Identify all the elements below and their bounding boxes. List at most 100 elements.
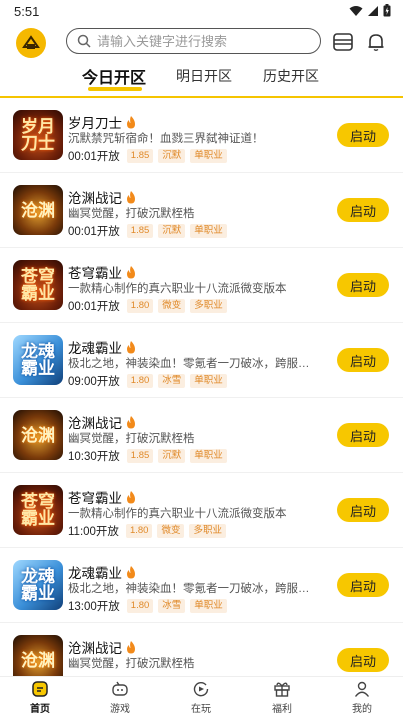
tag-class: 多职业: [189, 524, 226, 538]
game-icon-cangyuan: 沧渊: [13, 635, 63, 676]
game-icon-cangyuan: 沧渊: [13, 185, 63, 235]
game-title-text: 沧渊战记: [68, 191, 122, 206]
status-time: 5:51: [14, 4, 40, 19]
tab-tomorrow[interactable]: 明日开区: [176, 66, 232, 86]
game-meta: 09:00开放 1.80 冰雪 单职业: [68, 373, 227, 389]
game-icon-cangyuan: 沧渊: [13, 410, 63, 460]
search-input[interactable]: [97, 33, 307, 49]
tag-style: 沉默: [158, 224, 186, 238]
start-button[interactable]: 启动: [337, 273, 389, 297]
list-item[interactable]: 龙魂 霸业 龙魂霸业 极北之地，神装染血！零氪者一刀破冰，跨服战改… 09:00开…: [0, 323, 403, 398]
hot-icon: [127, 190, 135, 203]
start-button[interactable]: 启动: [337, 498, 389, 522]
tab-active-indicator: [88, 87, 142, 91]
gamepad-icon: [112, 681, 128, 696]
nav-home[interactable]: 首页: [10, 680, 70, 715]
game-title: 岁月刀士: [68, 112, 136, 132]
game-title-text: 苍穹霸业: [68, 266, 122, 281]
game-title: 苍穹霸业: [68, 487, 136, 507]
list-item[interactable]: 岁月 刀士 岁月刀士 沉默禁咒斩宿命！血戮三界弑神证道！ 00:01开放 1.85…: [0, 98, 403, 173]
list-item[interactable]: 沧渊 沧渊战记 幽冥觉醒，打破沉默桎梏 00:01开放 1.85 沉默 单职业 …: [0, 173, 403, 248]
home-icon: [32, 681, 48, 697]
list-item[interactable]: 沧渊 沧渊战记 幽冥觉醒，打破沉默桎梏 10:30开放 1.85 沉默 单职业 …: [0, 398, 403, 473]
search-icon: [77, 34, 91, 48]
hot-icon: [127, 265, 135, 278]
download-manager-button[interactable]: [331, 30, 355, 54]
game-meta: 00:01开放 1.85 沉默 单职业: [68, 223, 227, 239]
start-button[interactable]: 启动: [337, 648, 389, 672]
game-meta: 11:00开放 1.80 微变 多职业: [68, 523, 226, 539]
tag-class: 单职业: [190, 149, 227, 163]
signal-icon: [368, 5, 378, 16]
open-time: 09:00开放: [68, 376, 120, 388]
list-item[interactable]: 龙魂 霸业 龙魂霸业 极北之地，神装染血！零氪者一刀破冰，跨服战改… 13:00开…: [0, 548, 403, 623]
tag-class: 单职业: [190, 224, 227, 238]
top-bar: [0, 24, 403, 60]
game-title-text: 龙魂霸业: [68, 566, 122, 581]
status-icons: [349, 4, 391, 17]
list-item[interactable]: 苍穹 霸业 苍穹霸业 一款精心制作的真六职业十八流派微变版本 00:01开放 1.…: [0, 248, 403, 323]
battery-icon: [383, 4, 391, 17]
tag-version: 1.80: [126, 374, 154, 388]
game-title: 苍穹霸业: [68, 262, 136, 282]
hot-icon: [127, 340, 135, 353]
game-desc: 幽冥觉醒，打破沉默桎梏: [68, 433, 195, 445]
game-title: 龙魂霸业: [68, 562, 136, 582]
nav-home-label: 首页: [30, 704, 50, 715]
tag-version: 1.80: [125, 524, 153, 538]
tag-style: 微变: [157, 524, 185, 538]
game-title: 沧渊战记: [68, 187, 136, 207]
tag-class: 单职业: [190, 374, 227, 388]
start-button[interactable]: 启动: [337, 573, 389, 597]
nav-welfare[interactable]: 福利: [252, 680, 312, 715]
game-title-text: 沧渊战记: [68, 416, 122, 431]
gift-icon: [274, 682, 290, 697]
game-icon-cangqiong: 苍穹 霸业: [13, 260, 63, 310]
start-button[interactable]: 启动: [337, 123, 389, 147]
nav-games[interactable]: 游戏: [90, 680, 150, 715]
game-desc: 幽冥觉醒，打破沉默桎梏: [68, 208, 195, 220]
game-title-text: 苍穹霸业: [68, 491, 122, 506]
search-box[interactable]: [66, 28, 321, 54]
start-button[interactable]: 启动: [337, 198, 389, 222]
list-item[interactable]: 苍穹 霸业 苍穹霸业 一款精心制作的真六职业十八流派微变版本 11:00开放 1.…: [0, 473, 403, 548]
server-tabs: 今日开区 明日开区 历史开区: [0, 62, 403, 96]
tab-today[interactable]: 今日开区: [82, 64, 146, 88]
start-button[interactable]: 启动: [337, 423, 389, 447]
nav-mine-label: 我的: [352, 704, 372, 715]
tag-style: 冰雪: [158, 599, 186, 613]
bell-icon: [368, 34, 384, 51]
tag-version: 1.85: [126, 449, 154, 463]
hot-icon: [127, 640, 135, 653]
nav-playing[interactable]: 在玩: [171, 680, 231, 715]
game-desc: 极北之地，神装染血！零氪者一刀破冰，跨服战改…: [68, 358, 318, 370]
download-box-icon: [333, 33, 353, 51]
game-list: 岁月 刀士 岁月刀士 沉默禁咒斩宿命！血戮三界弑神证道！ 00:01开放 1.85…: [0, 98, 403, 676]
nav-mine[interactable]: 我的: [332, 680, 392, 715]
nav-games-label: 游戏: [110, 704, 130, 715]
open-time: 13:00开放: [68, 601, 120, 613]
tag-style: 冰雪: [158, 374, 186, 388]
game-icon-longhun: 龙魂 霸业: [13, 335, 63, 385]
hot-icon: [127, 115, 135, 128]
tab-history[interactable]: 历史开区: [263, 66, 319, 86]
status-bar: 5:51: [0, 0, 403, 24]
game-title-text: 岁月刀士: [68, 116, 122, 131]
open-time: 00:01开放: [68, 301, 120, 313]
game-title-text: 沧渊战记: [68, 641, 122, 656]
notification-button[interactable]: [364, 30, 388, 54]
game-desc: 幽冥觉醒，打破沉默桎梏: [68, 658, 195, 670]
tag-version: 1.80: [126, 299, 154, 313]
open-time: 10:30开放: [68, 451, 120, 463]
list-item[interactable]: 沧渊 沧渊战记 幽冥觉醒，打破沉默桎梏 启动: [0, 623, 403, 676]
tag-class: 单职业: [190, 599, 227, 613]
start-button[interactable]: 启动: [337, 348, 389, 372]
tag-version: 1.85: [126, 149, 154, 163]
bottom-nav: 首页 游戏 在玩 福利 我的: [0, 676, 403, 718]
game-title-text: 龙魂霸业: [68, 341, 122, 356]
app-logo-icon[interactable]: [16, 28, 46, 58]
game-title: 沧渊战记: [68, 412, 136, 432]
game-meta: 00:01开放 1.85 沉默 单职业: [68, 148, 227, 164]
hot-icon: [127, 565, 135, 578]
hot-icon: [127, 490, 135, 503]
